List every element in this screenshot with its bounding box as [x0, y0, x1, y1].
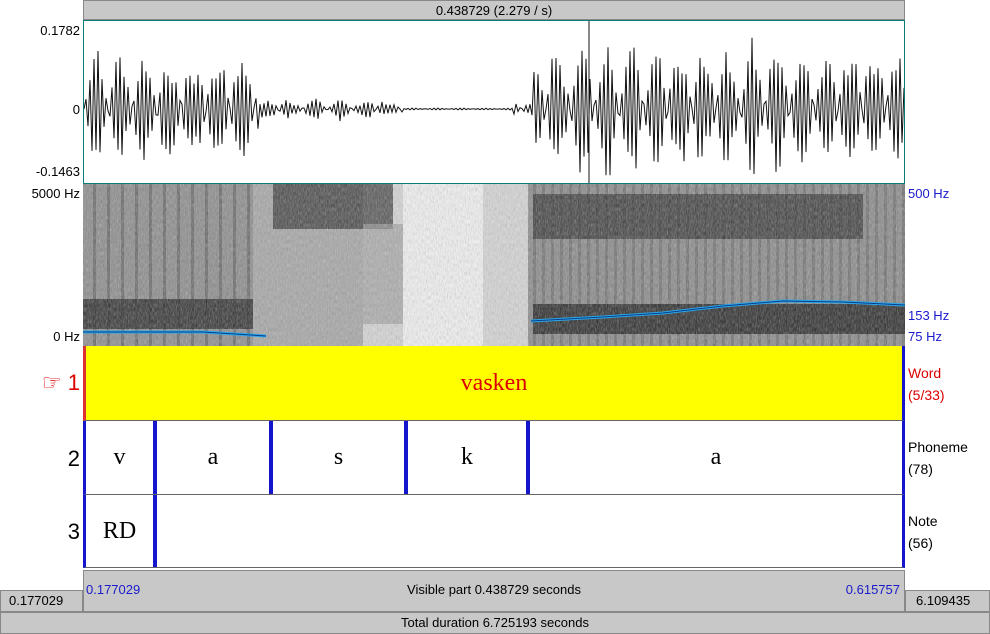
- tier1-num-text: 1: [67, 370, 80, 395]
- waveform-ymin-label: -0.1463: [35, 164, 80, 179]
- right-outer-time-button[interactable]: 6.109435: [905, 590, 990, 612]
- tier1-count-text: (5/33): [908, 387, 945, 403]
- tier-word[interactable]: vasken: [83, 346, 905, 421]
- pitch-bottom-label: 75 Hz: [908, 329, 942, 344]
- tier1-name: Word (5/33): [908, 362, 945, 406]
- tier-phoneme[interactable]: v a s k a: [83, 421, 905, 495]
- waveform-svg: [83, 21, 905, 183]
- tier1-number[interactable]: ☞ 1: [0, 370, 80, 396]
- tier2-name-text: Phoneme: [908, 439, 968, 455]
- interval-a-2[interactable]: a: [530, 421, 902, 494]
- spectrogram-freq-top-label: 5000 Hz: [31, 186, 80, 201]
- left-outer-time-button[interactable]: 0.177029: [0, 590, 83, 612]
- interval-k[interactable]: k: [408, 421, 526, 494]
- tier2-count-text: (78): [908, 461, 933, 477]
- tier3-number[interactable]: 3: [0, 519, 80, 545]
- tier2-name: Phoneme (78): [908, 436, 968, 480]
- spectrogram-noise: [83, 184, 905, 346]
- right-inner-time: 0.615757: [845, 582, 900, 597]
- boundary[interactable]: [153, 495, 157, 567]
- tier3-name-text: Note: [908, 513, 938, 529]
- interval-s[interactable]: s: [273, 421, 404, 494]
- selection-duration-bar[interactable]: 0.438729 (2.279 / s): [83, 0, 905, 20]
- visible-part-label: Visible part 0.438729 seconds: [407, 582, 581, 597]
- total-duration-bar[interactable]: Total duration 6.725193 seconds: [0, 612, 990, 634]
- tier1-name-text: Word: [908, 365, 942, 381]
- interval-v[interactable]: v: [86, 421, 153, 494]
- waveform-yzero-label: 0: [72, 102, 80, 117]
- spectrogram-svg: [83, 184, 906, 346]
- tier3-count-text: (56): [908, 535, 933, 551]
- visible-part-bar[interactable]: 0.177029 Visible part 0.438729 seconds 0…: [83, 570, 905, 612]
- waveform-panel[interactable]: [83, 20, 905, 184]
- tier-note[interactable]: RD: [83, 495, 905, 568]
- spectrogram-panel[interactable]: [83, 184, 906, 346]
- interval-a[interactable]: a: [157, 421, 269, 494]
- pitch-mid-label: 153 Hz: [908, 308, 950, 323]
- tier3-name: Note (56): [908, 510, 938, 554]
- waveform-trace: [83, 37, 905, 176]
- interval-rd[interactable]: RD: [86, 495, 153, 567]
- waveform-ymax-label: 0.1782: [40, 23, 80, 38]
- interval-vasken[interactable]: vasken: [86, 346, 902, 420]
- pointer-hand-icon: ☞: [41, 370, 62, 395]
- tier2-number[interactable]: 2: [0, 446, 80, 472]
- spectrogram-freq-bottom-label: 0 Hz: [53, 329, 80, 344]
- pitch-top-label: 500 Hz: [908, 186, 950, 201]
